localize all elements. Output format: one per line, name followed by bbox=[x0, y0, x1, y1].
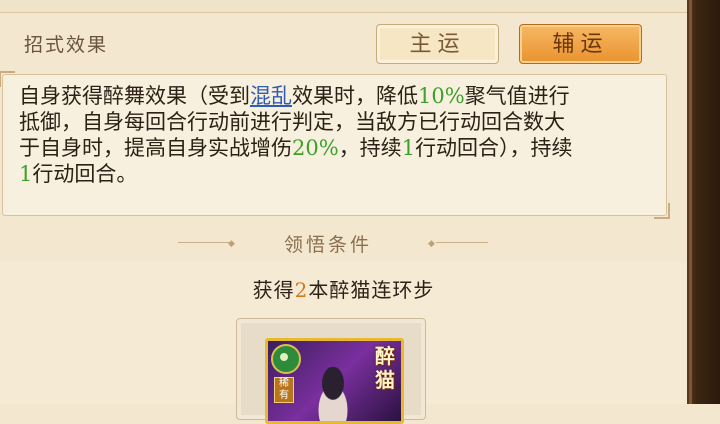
skill-card[interactable]: 醉猫 稀有 bbox=[265, 338, 404, 424]
condition-prefix: 获得 bbox=[252, 278, 295, 302]
character-portrait bbox=[308, 367, 358, 421]
card-title: 醉猫 bbox=[375, 344, 395, 392]
desc-number: 1 bbox=[401, 136, 416, 160]
desc-text-segment: 聚气值进行 bbox=[464, 84, 570, 108]
condition-suffix: 本醉猫连环步 bbox=[308, 278, 435, 302]
desc-text-segment: 抵御，自身每回合行动前进行判定，当敌方已行动回合数大 bbox=[19, 110, 565, 134]
condition-text: 获得2本醉猫连环步 bbox=[0, 274, 687, 303]
desc-number: 1 bbox=[19, 162, 33, 186]
desc-text-segment: 行动回合），持续 bbox=[415, 136, 573, 160]
desc-text-segment: ，持续 bbox=[338, 136, 402, 160]
card-rarity-badge: 稀有 bbox=[274, 377, 294, 403]
keyword-chaos-link[interactable]: 混乱 bbox=[250, 84, 292, 108]
diamond-icon: ◆ bbox=[428, 239, 435, 249]
diamond-icon: ◆ bbox=[228, 239, 235, 249]
condition-header: ◆ 领悟条件 ◆ bbox=[0, 228, 687, 258]
desc-number: 10% bbox=[418, 84, 465, 108]
condition-count: 2 bbox=[294, 278, 309, 302]
desc-text-segment: 于自身时，提高自身实战增伤 bbox=[19, 136, 292, 160]
section-title: 招式效果 bbox=[24, 34, 109, 56]
divider-line-right bbox=[436, 242, 488, 243]
green-seal-icon bbox=[271, 344, 301, 374]
desc-text-segment: 效果时，降低 bbox=[292, 84, 418, 108]
tab-main[interactable]: 主运 bbox=[376, 24, 499, 64]
description-text: 自身获得醉舞效果（受到混乱效果时，降低10%聚气值进行 抵御，自身每回合行动前进… bbox=[19, 83, 649, 187]
desc-number: 20% bbox=[292, 136, 339, 160]
divider-line-left bbox=[178, 242, 230, 243]
desc-text-segment: 自身获得醉舞效果（受到 bbox=[19, 84, 250, 108]
tab-aux[interactable]: 辅运 bbox=[519, 24, 642, 64]
description-box: 自身获得醉舞效果（受到混乱效果时，降低10%聚气值进行 抵御，自身每回合行动前进… bbox=[0, 71, 670, 219]
desc-text-segment: 行动回合。 bbox=[32, 162, 138, 186]
condition-title: 领悟条件 bbox=[284, 234, 373, 256]
top-strip bbox=[0, 0, 687, 13]
right-frame bbox=[687, 0, 720, 404]
